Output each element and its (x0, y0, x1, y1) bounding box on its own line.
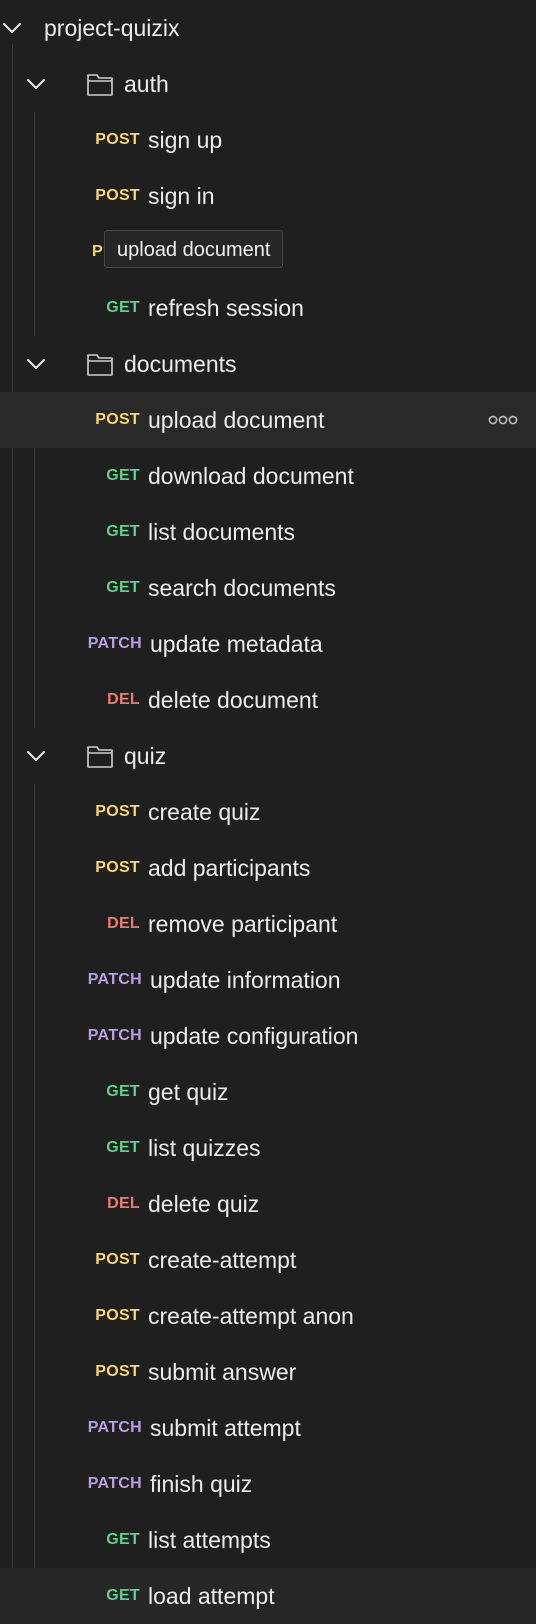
collection-name: project-quizix (44, 15, 180, 41)
request-label: submit attempt (150, 1415, 301, 1441)
chevron-down-icon[interactable] (0, 16, 24, 40)
method-badge: POST (95, 1251, 140, 1268)
folder-row-documents[interactable]: documents (0, 336, 536, 392)
request-label: delete document (148, 687, 319, 713)
method-badge: PATCH (87, 1419, 142, 1436)
request-get-quiz[interactable]: GET get quiz (0, 1064, 536, 1120)
method-badge: GET (106, 299, 140, 316)
request-label: download document (148, 463, 354, 489)
request-label: sign in (148, 183, 215, 209)
request-list-documents[interactable]: GET list documents (0, 504, 536, 560)
folder-name: quiz (124, 743, 167, 769)
request-label: list attempts (148, 1527, 271, 1553)
request-submit-attempt[interactable]: PATCH submit attempt (0, 1400, 536, 1456)
method-badge: GET (106, 467, 140, 484)
folder-documents: documents POST upload document GET downl… (0, 336, 536, 728)
request-create-attempt[interactable]: POST create-attempt (0, 1232, 536, 1288)
request-delete-document[interactable]: DEL delete document (0, 672, 536, 728)
folder-name: documents (124, 351, 237, 377)
request-upload-document[interactable]: POST upload document (0, 392, 536, 448)
request-download-document[interactable]: GET download document (0, 448, 536, 504)
request-label: submit answer (148, 1359, 297, 1385)
request-refresh-session[interactable]: GET refresh session (0, 280, 536, 336)
method-badge: GET (106, 523, 140, 540)
request-update-metadata[interactable]: PATCH update metadata (0, 616, 536, 672)
method-badge: POST (95, 411, 140, 428)
method-badge: DEL (107, 915, 140, 932)
request-label: search documents (148, 575, 336, 601)
request-label: list quizzes (148, 1135, 261, 1161)
method-badge: POST (95, 131, 140, 148)
request-delete-quiz[interactable]: DEL delete quiz (0, 1176, 536, 1232)
more-options-icon[interactable] (488, 412, 518, 428)
request-label: update metadata (150, 631, 323, 657)
request-label: get quiz (148, 1079, 229, 1105)
request-update-information[interactable]: PATCH update information (0, 952, 536, 1008)
method-badge: PATCH (87, 1475, 142, 1492)
request-label: load attempt (148, 1583, 275, 1609)
request-remove-participant[interactable]: DEL remove participant (0, 896, 536, 952)
method-badge: POST (95, 1363, 140, 1380)
request-create-quiz[interactable]: POST create quiz (0, 784, 536, 840)
request-label: create quiz (148, 799, 261, 825)
chevron-down-icon[interactable] (24, 72, 48, 96)
folder-row-quiz[interactable]: quiz (0, 728, 536, 784)
request-label: remove participant (148, 911, 338, 937)
method-badge: GET (106, 579, 140, 596)
folder-name: auth (124, 71, 169, 97)
method-badge: POST (95, 187, 140, 204)
request-label: sign up (148, 127, 223, 153)
request-label: update configuration (150, 1023, 359, 1049)
method-badge: P (92, 243, 103, 260)
method-badge: PATCH (87, 971, 142, 988)
method-badge: PATCH (87, 1027, 142, 1044)
method-badge: GET (106, 1587, 140, 1604)
folder-icon (86, 70, 114, 98)
request-create-attempt-anon[interactable]: POST create-attempt anon (0, 1288, 536, 1344)
request-label: delete quiz (148, 1191, 260, 1217)
request-list-attempts[interactable]: GET list attempts (0, 1512, 536, 1568)
request-label: list documents (148, 519, 296, 545)
request-label: upload document (148, 407, 325, 433)
request-sign-up[interactable]: POST sign up (0, 112, 536, 168)
request-finish-quiz[interactable]: PATCH finish quiz (0, 1456, 536, 1512)
chevron-down-icon[interactable] (24, 744, 48, 768)
method-badge: GET (106, 1139, 140, 1156)
request-label: add participants (148, 855, 311, 881)
method-badge: POST (95, 1307, 140, 1324)
request-label: create-attempt anon (148, 1303, 354, 1329)
tooltip: upload document (104, 230, 284, 268)
request-sign-in[interactable]: POST sign in (0, 168, 536, 224)
request-list-quizzes[interactable]: GET list quizzes (0, 1120, 536, 1176)
method-badge: POST (95, 859, 140, 876)
collection-root[interactable]: project-quizix (0, 0, 536, 56)
request-search-documents[interactable]: GET search documents (0, 560, 536, 616)
method-badge: DEL (107, 691, 140, 708)
request-label: create-attempt (148, 1247, 297, 1273)
folder-quiz: quiz POST create quiz POST add participa… (0, 728, 536, 1624)
method-badge: PATCH (87, 635, 142, 652)
method-badge: GET (106, 1083, 140, 1100)
request-submit-answer[interactable]: POST submit answer (0, 1344, 536, 1400)
collection-tree: project-quizix auth POST sign up POST si… (0, 0, 536, 1624)
method-badge: DEL (107, 1195, 140, 1212)
method-badge: POST (95, 803, 140, 820)
request-label: refresh session (148, 295, 304, 321)
chevron-down-icon[interactable] (24, 352, 48, 376)
request-label: update information (150, 967, 341, 993)
folder-row-auth[interactable]: auth (0, 56, 536, 112)
folder-icon (86, 742, 114, 770)
method-badge: GET (106, 1531, 140, 1548)
request-add-participants[interactable]: POST add participants (0, 840, 536, 896)
folder-icon (86, 350, 114, 378)
request-update-configuration[interactable]: PATCH update configuration (0, 1008, 536, 1064)
request-label: finish quiz (150, 1471, 253, 1497)
request-load-attempt[interactable]: GET load attempt (0, 1568, 536, 1624)
folder-auth: auth POST sign up POST sign in P GET ref… (0, 56, 536, 336)
